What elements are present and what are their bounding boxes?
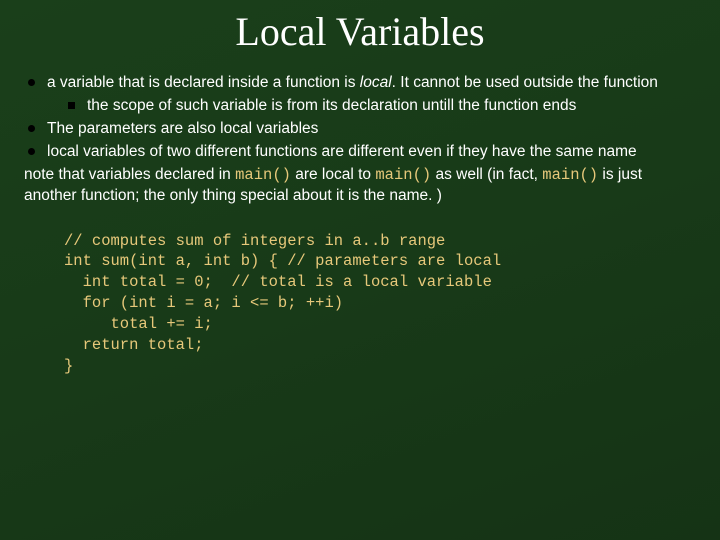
bullet-1-sub: the scope of such variable is from its d… [68, 96, 696, 117]
slide: Local Variables a variable that is decla… [0, 0, 720, 540]
bullet-1: a variable that is declared inside a fun… [24, 73, 696, 94]
bullet-1-text: a variable that is declared inside a fun… [47, 73, 696, 94]
code-example: // computes sum of integers in a..b rang… [64, 231, 696, 377]
note-mid2: as well (in fact, [431, 166, 542, 183]
bullet-3-text: local variables of two different functio… [47, 142, 696, 163]
bullet-2: The parameters are also local variables [24, 119, 696, 140]
note-mid1: are local to [291, 166, 375, 183]
bullet-2-text: The parameters are also local variables [47, 119, 696, 140]
bullet-1-pre: a variable that is declared inside a fun… [47, 74, 360, 91]
code-main-3: main() [542, 166, 598, 184]
slide-title: Local Variables [24, 8, 696, 55]
note-pre: note that variables declared in [24, 166, 235, 183]
code-main-2: main() [375, 166, 431, 184]
bullet-dot-icon [28, 125, 35, 132]
bullet-1-emph: local [360, 74, 392, 91]
bullet-dot-icon [28, 148, 35, 155]
code-main-1: main() [235, 166, 291, 184]
bullet-1-post: . It cannot be used outside the function [392, 74, 658, 91]
bullet-dot-icon [28, 79, 35, 86]
slide-body: a variable that is declared inside a fun… [24, 73, 696, 377]
note-line: note that variables declared in main() a… [24, 165, 696, 207]
bullet-square-icon [68, 102, 75, 109]
bullet-3: local variables of two different functio… [24, 142, 696, 163]
bullet-1-sub-text: the scope of such variable is from its d… [87, 96, 696, 117]
